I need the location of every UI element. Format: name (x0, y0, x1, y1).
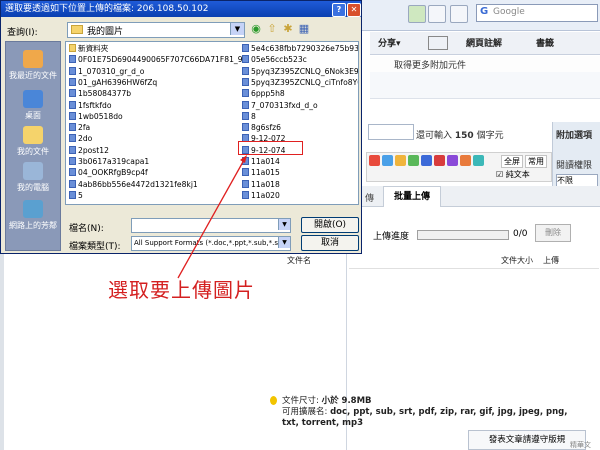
annotation-text: 選取要上傳圖片 (108, 278, 255, 302)
annotation-arrow (177, 155, 247, 279)
